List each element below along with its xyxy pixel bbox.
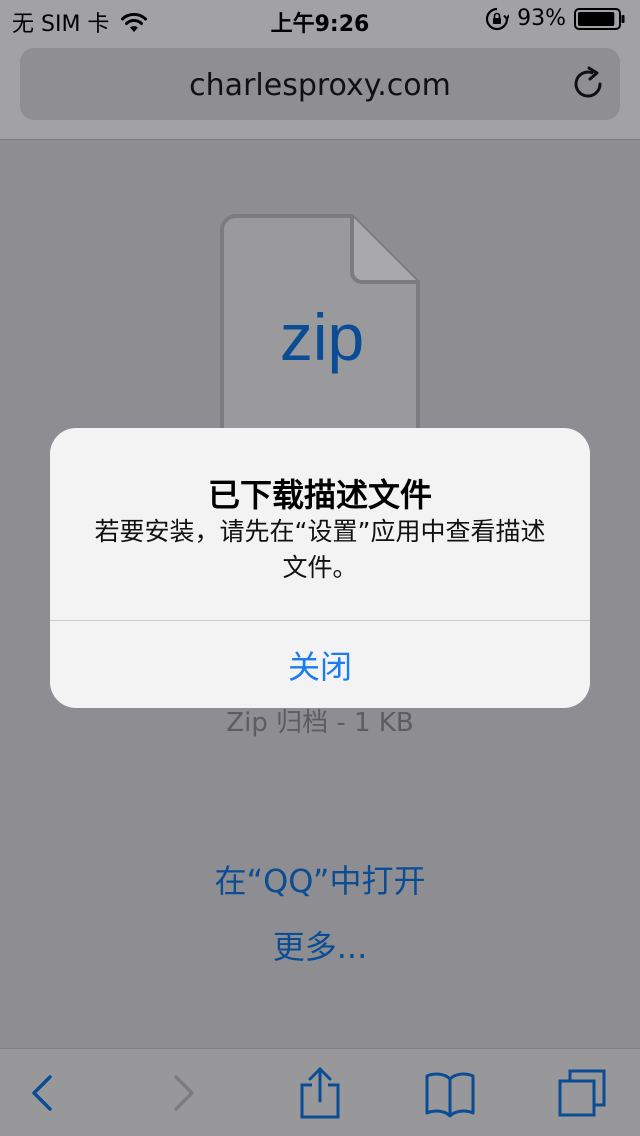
battery-icon xyxy=(574,7,625,30)
back-icon xyxy=(32,1075,52,1111)
status-right: 93% xyxy=(485,6,626,31)
status-bar: 无 SIM 卡 上午9:26 93% xyxy=(0,0,640,40)
back-button[interactable] xyxy=(18,1067,70,1119)
share-icon xyxy=(300,1067,340,1119)
zip-file-label: zip xyxy=(280,300,364,374)
alert-dialog: 已下载描述文件 若要安装，请先在“设置”应用中查看描述文件。 关闭 xyxy=(50,428,590,708)
tabs-icon xyxy=(558,1069,606,1117)
rotation-lock-icon xyxy=(486,7,510,30)
close-button[interactable]: 关闭 xyxy=(50,621,590,708)
share-button[interactable] xyxy=(294,1067,346,1119)
battery-percent: 93% xyxy=(517,6,566,31)
open-in-qq-link[interactable]: 在“QQ”中打开 xyxy=(0,856,640,902)
forward-icon xyxy=(174,1075,194,1111)
more-link[interactable]: 更多... xyxy=(0,922,640,968)
bookmarks-button[interactable] xyxy=(424,1067,476,1119)
forward-button[interactable] xyxy=(156,1067,208,1119)
address-bar: charlesproxy.com xyxy=(0,40,640,140)
url-text: charlesproxy.com xyxy=(189,68,451,103)
url-field[interactable]: charlesproxy.com xyxy=(20,48,620,120)
reload-icon[interactable] xyxy=(570,66,606,102)
alert-title: 已下载描述文件 xyxy=(207,476,432,514)
bottom-toolbar xyxy=(0,1048,640,1136)
alert-message: 若要安装，请先在“设置”应用中查看描述文件。 xyxy=(94,517,546,582)
tabs-button[interactable] xyxy=(556,1067,608,1119)
bookmarks-icon xyxy=(425,1072,475,1118)
